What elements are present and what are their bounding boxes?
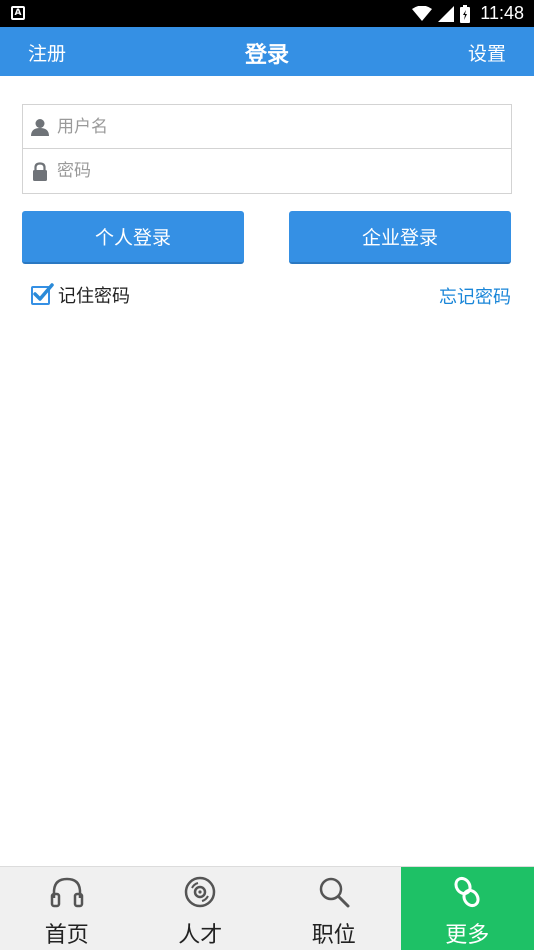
bottom-nav: 首页 人才 职位 更多 — [0, 866, 534, 950]
nav-label-home: 首页 — [44, 923, 89, 948]
search-icon — [317, 873, 351, 911]
remember-checkbox[interactable] — [31, 282, 54, 305]
password-input[interactable] — [57, 161, 477, 181]
disc-icon — [183, 873, 217, 911]
page-title: 登录 — [244, 43, 289, 68]
nav-label-talent: 人才 — [178, 923, 223, 948]
remember-password-option[interactable]: 记住密码 — [31, 282, 130, 308]
personal-login-button[interactable]: 个人登录 — [22, 211, 244, 264]
password-row — [23, 149, 511, 193]
nav-item-home[interactable]: 首页 — [0, 867, 134, 950]
signal-icon — [438, 5, 455, 22]
checkmark-icon — [33, 282, 54, 301]
wifi-icon — [412, 5, 433, 21]
title-bar: 注册 登录 设置 — [0, 27, 534, 76]
battery-icon — [460, 4, 471, 23]
status-bar: A 11:48 — [0, 0, 534, 27]
nav-label-more: 更多 — [445, 923, 490, 948]
nav-label-jobs: 职位 — [311, 923, 356, 948]
nav-item-jobs[interactable]: 职位 — [267, 867, 401, 950]
username-row — [23, 105, 511, 149]
clock: 11:48 — [480, 3, 524, 23]
link-icon — [452, 873, 482, 911]
settings-button[interactable]: 设置 — [468, 39, 506, 66]
nav-item-more[interactable]: 更多 — [400, 867, 534, 950]
notification-icon: A — [11, 6, 25, 20]
nav-item-talent[interactable]: 人才 — [134, 867, 268, 950]
company-login-button[interactable]: 企业登录 — [289, 211, 511, 264]
forgot-password-link[interactable]: 忘记密码 — [439, 283, 511, 309]
lock-icon — [23, 161, 57, 181]
headphones-icon — [50, 873, 84, 911]
username-input[interactable] — [57, 116, 477, 137]
remember-password-label: 记住密码 — [58, 286, 130, 307]
login-form — [22, 104, 512, 194]
status-icons: 11:48 — [412, 0, 524, 27]
user-icon — [23, 118, 57, 136]
